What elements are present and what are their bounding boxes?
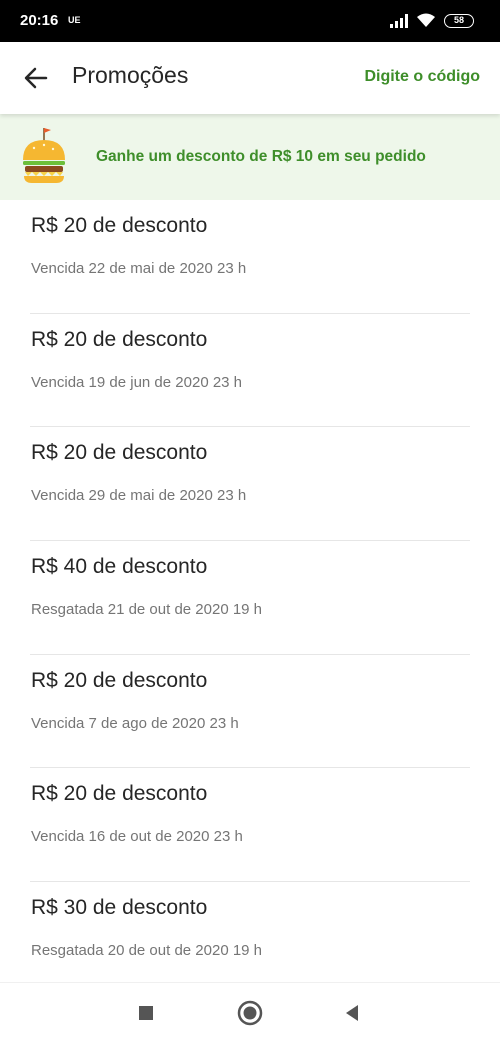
app-bar: Promoções Digite o código	[0, 42, 500, 114]
promo-title: R$ 20 de desconto	[31, 327, 208, 351]
status-bar: 20:16 UE 58	[0, 0, 500, 42]
square-icon[interactable]	[132, 999, 160, 1027]
arrow-left-icon[interactable]	[22, 64, 50, 92]
promo-status: Vencida 7 de ago de 2020 23 h	[31, 714, 239, 732]
status-icons: 58	[390, 13, 474, 28]
promo-title: R$ 20 de desconto	[31, 214, 208, 237]
promo-status: Vencida 29 de mai de 2020 23 h	[31, 487, 247, 505]
list-item[interactable]: R$ 20 de desconto Vencida 19 de jun de 2…	[30, 314, 470, 428]
promo-title: R$ 40 de desconto	[31, 555, 208, 579]
promo-status: Vencida 19 de jun de 2020 23 h	[31, 373, 243, 391]
system-nav-bar	[0, 982, 500, 1043]
list-item[interactable]: R$ 20 de desconto Vencida 7 de ago de 20…	[30, 655, 470, 769]
status-time: 20:16	[20, 12, 59, 29]
promotions-list: R$ 20 de desconto Vencida 22 de mai de 2…	[0, 200, 500, 996]
promo-status: Vencida 16 de out de 2020 23 h	[31, 828, 243, 846]
banner-text: Ganhe um desconto de R$ 10 em seu pedido	[96, 148, 426, 165]
promo-status: Resgatada 21 de out de 2020 19 h	[31, 601, 263, 619]
list-item[interactable]: R$ 20 de desconto Vencida 16 de out de 2…	[30, 768, 470, 883]
list-item[interactable]: R$ 30 de desconto Resgatada 20 de out de…	[30, 882, 470, 996]
promo-status: Vencida 22 de mai de 2020 23 h	[31, 260, 247, 277]
promo-title: R$ 20 de desconto	[31, 782, 208, 806]
promo-title: R$ 30 de desconto	[31, 896, 208, 920]
status-carrier: UE	[68, 15, 81, 25]
list-item[interactable]: R$ 20 de desconto Vencida 29 de mai de 2…	[30, 427, 470, 542]
burger-icon	[23, 128, 65, 183]
battery-icon: 58	[444, 13, 474, 28]
triangle-back-icon[interactable]	[338, 999, 366, 1027]
list-item[interactable]: R$ 20 de desconto Vencida 22 de mai de 2…	[30, 200, 470, 314]
promo-title: R$ 20 de desconto	[31, 441, 208, 465]
promo-status: Resgatada 20 de out de 2020 19 h	[31, 942, 263, 960]
enter-code-button[interactable]: Digite o código	[364, 68, 480, 86]
page-title: Promoções	[72, 62, 189, 88]
list-item[interactable]: R$ 40 de desconto Resgatada 21 de out de…	[30, 541, 470, 655]
promo-title: R$ 20 de desconto	[31, 668, 208, 692]
circle-icon[interactable]	[236, 999, 264, 1027]
wifi-icon	[417, 13, 435, 27]
promo-banner[interactable]: Ganhe um desconto de R$ 10 em seu pedido	[0, 114, 500, 200]
signal-icon	[390, 13, 408, 28]
